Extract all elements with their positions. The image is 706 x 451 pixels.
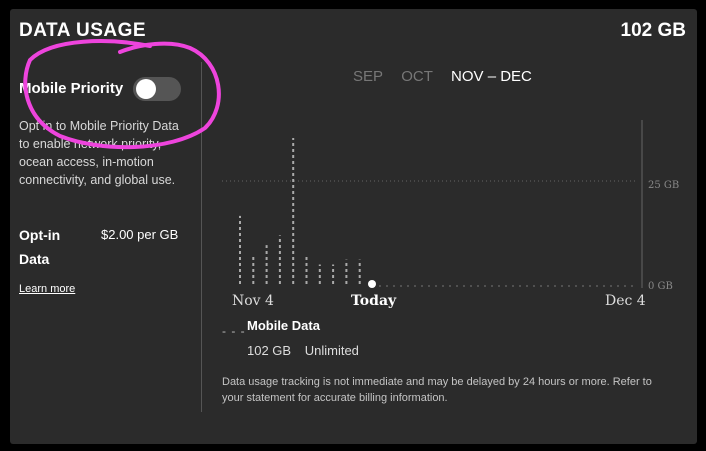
optin-data-price: $2.00 per GB — [101, 227, 179, 242]
y-tick-25gb: 25 GB — [648, 180, 679, 191]
x-label-start: Nov 4 — [232, 293, 274, 308]
month-tabs: SEP OCT NOV – DEC — [353, 68, 546, 85]
today-marker — [368, 280, 376, 288]
y-tick-0gb: 0 GB — [648, 281, 673, 292]
optin-data-label: Opt-in Data — [19, 227, 61, 267]
usage-chart: 25 GB 0 GB Nov 4 Today Dec 4 — [222, 120, 679, 308]
mobile-priority-description: Opt in to Mobile Priority Data to enable… — [19, 119, 179, 187]
legend-series-name: Mobile Data — [247, 318, 320, 333]
mobile-priority-label: Mobile Priority — [19, 80, 124, 97]
legend-marker: - - - — [222, 324, 246, 338]
mobile-priority-toggle[interactable] — [133, 77, 181, 101]
toggle-knob — [136, 79, 156, 99]
page-title: DATA USAGE — [19, 20, 147, 41]
tab-oct[interactable]: OCT — [401, 68, 433, 85]
tab-sep[interactable]: SEP — [353, 68, 383, 85]
disclaimer-text: Data usage tracking is not immediate and… — [222, 376, 652, 404]
legend-plan: Unlimited — [304, 343, 359, 358]
legend-amount: 102 GB — [247, 343, 292, 358]
learn-more-link[interactable]: Learn more — [19, 283, 75, 295]
x-label-end: Dec 4 — [605, 293, 646, 308]
tab-nov-dec[interactable]: NOV – DEC — [451, 68, 532, 85]
legend-values: 102 GB Unlimited — [247, 343, 369, 358]
total-usage: 102 GB — [620, 20, 686, 41]
x-label-today: Today — [351, 293, 397, 308]
divider — [201, 62, 202, 412]
